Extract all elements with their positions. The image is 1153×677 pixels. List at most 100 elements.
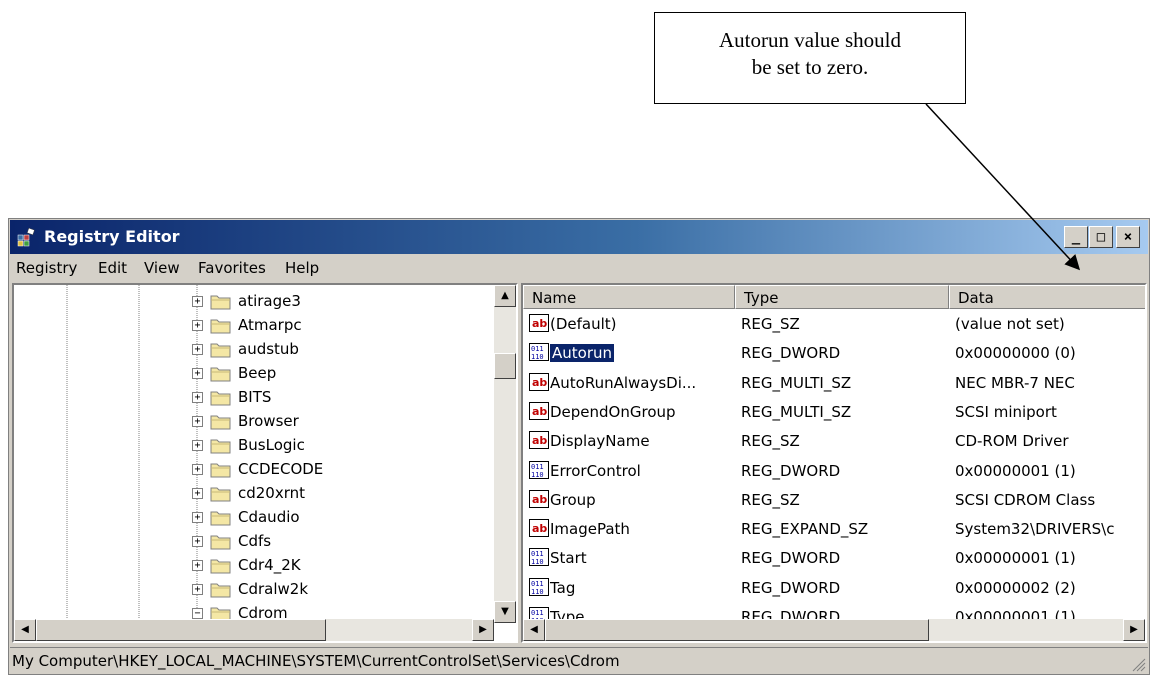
- value-row[interactable]: 011 110 Tag REG_DWORD 0x00000002 (2): [523, 577, 1143, 601]
- expand-icon[interactable]: +: [192, 416, 203, 427]
- value-row[interactable]: ab AutoRunAlwaysDi... REG_MULTI_SZ NEC MBR-…: [523, 372, 1143, 396]
- expand-icon[interactable]: +: [192, 344, 203, 355]
- value-row[interactable]: 011 110 Start REG_DWORD 0x00000001 (1): [523, 547, 1143, 571]
- expand-icon[interactable]: +: [192, 536, 203, 547]
- folder-icon: [210, 559, 231, 574]
- column-header-name[interactable]: Name: [523, 285, 735, 309]
- value-row[interactable]: 011 110 ErrorControl REG_DWORD 0x00000001 (1…: [523, 460, 1143, 484]
- svg-text:011: 011: [531, 463, 544, 471]
- registry-editor-window: Registry Editor _ □ × Registry Edit View…: [8, 218, 1150, 675]
- tree-scroll-right-button[interactable]: ▶: [472, 619, 494, 641]
- value-data: 0x00000001 (1): [955, 549, 1076, 568]
- value-name: AutoRunAlwaysDi...: [550, 373, 697, 392]
- value-type: REG_DWORD: [741, 461, 841, 480]
- folder-icon: [210, 391, 231, 406]
- collapse-icon[interactable]: −: [192, 608, 203, 619]
- tree-item-label: Cdaudio: [238, 508, 300, 526]
- value-row[interactable]: ab DependOnGroup REG_MULTI_SZ SCSI miniport: [523, 401, 1143, 425]
- tree-item-label: cd20xrnt: [238, 484, 306, 502]
- expand-icon[interactable]: +: [192, 440, 203, 451]
- value-type: REG_SZ: [741, 490, 800, 509]
- tree-horizontal-thumb[interactable]: [36, 619, 326, 641]
- menu-help[interactable]: Help: [285, 259, 319, 277]
- tree-item-label: audstub: [238, 340, 299, 358]
- expand-icon[interactable]: +: [192, 296, 203, 307]
- string-value-icon: ab: [529, 431, 549, 450]
- svg-text:110: 110: [531, 588, 544, 596]
- tree-vertical-scrollbar[interactable]: ▲ ▼: [494, 285, 516, 623]
- svg-text:110: 110: [531, 558, 544, 566]
- string-value-icon: ab: [529, 401, 549, 420]
- list-horizontal-scrollbar[interactable]: ◀ ▶: [523, 619, 1145, 641]
- list-scroll-right-button[interactable]: ▶: [1123, 619, 1145, 641]
- menu-favorites[interactable]: Favorites: [198, 259, 266, 277]
- value-row[interactable]: ab ImagePath REG_EXPAND_SZ System32\DRIVERS…: [523, 518, 1143, 542]
- value-data: System32\DRIVERS\c: [955, 520, 1115, 539]
- menu-registry[interactable]: Registry: [16, 259, 77, 277]
- string-value-icon: ab: [529, 519, 549, 538]
- registry-editor-icon: [17, 227, 35, 247]
- value-type: REG_DWORD: [741, 578, 841, 597]
- value-type: REG_EXPAND_SZ: [741, 520, 869, 539]
- value-row[interactable]: ab (Default) REG_SZ (value not set): [523, 313, 1143, 337]
- dword-value-icon: 011110: [529, 548, 549, 567]
- scroll-down-icon: ▼: [501, 606, 509, 617]
- tree-vertical-thumb[interactable]: [494, 353, 516, 379]
- callout-line-2: be set to zero.: [751, 55, 869, 79]
- tree-item-label: BusLogic: [238, 436, 305, 454]
- expand-icon[interactable]: +: [192, 320, 203, 331]
- expand-icon[interactable]: +: [192, 560, 203, 571]
- svg-text:011: 011: [531, 609, 544, 617]
- menu-view[interactable]: View: [144, 259, 180, 277]
- expand-icon[interactable]: +: [192, 584, 203, 595]
- dword-value-icon: 011110: [529, 577, 549, 596]
- value-name: Autorun: [550, 344, 615, 363]
- value-row[interactable]: 011 110 Autorun REG_DWORD 0x00000000 (0): [523, 342, 1143, 366]
- title-bar[interactable]: Registry Editor _ □ ×: [10, 220, 1148, 254]
- svg-text:ab: ab: [532, 434, 547, 447]
- close-button[interactable]: ×: [1116, 226, 1140, 248]
- menu-edit[interactable]: Edit: [98, 259, 127, 277]
- tree-item-label: CCDECODE: [238, 460, 324, 478]
- value-data: NEC MBR-7 NEC: [955, 373, 1075, 392]
- expand-icon[interactable]: +: [192, 464, 203, 475]
- expand-icon[interactable]: +: [192, 512, 203, 523]
- dword-value-icon: 011110: [529, 460, 549, 479]
- folder-icon: [210, 511, 231, 526]
- expand-icon[interactable]: +: [192, 368, 203, 379]
- value-data: SCSI miniport: [955, 402, 1057, 421]
- value-data: 0x00000000 (0): [955, 344, 1076, 363]
- close-icon: ×: [1123, 229, 1133, 245]
- values-list-pane[interactable]: Name Type Data ab (Default) REG_SZ (value n…: [521, 283, 1147, 643]
- svg-text:ab: ab: [532, 376, 547, 389]
- scroll-right-icon: ▶: [479, 624, 487, 635]
- expand-icon[interactable]: +: [192, 392, 203, 403]
- key-tree-pane[interactable]: + atirage3 + Atmarpc + audstub + Beep + BITS + Brow…: [12, 283, 518, 643]
- list-horizontal-thumb[interactable]: [545, 619, 929, 641]
- string-value-icon: ab: [529, 372, 549, 391]
- scroll-left-icon: ◀: [530, 624, 538, 635]
- tree-item-label: Beep: [238, 364, 277, 382]
- menu-bar: Registry Edit View Favorites Help: [10, 255, 1148, 281]
- scroll-up-button[interactable]: ▲: [494, 285, 516, 307]
- expand-icon[interactable]: +: [192, 488, 203, 499]
- maximize-button[interactable]: □: [1089, 226, 1113, 248]
- tree-item-label: BITS: [238, 388, 272, 406]
- value-name: ErrorControl: [550, 461, 641, 480]
- tree-scroll-left-button[interactable]: ◀: [14, 619, 36, 641]
- value-row[interactable]: ab Group REG_SZ SCSI CDROM Class: [523, 489, 1143, 513]
- minimize-button[interactable]: _: [1064, 226, 1088, 248]
- column-header-type[interactable]: Type: [735, 285, 949, 309]
- resize-grip-icon[interactable]: [1130, 656, 1146, 672]
- tree-horizontal-scrollbar[interactable]: ◀ ▶: [14, 619, 494, 641]
- scroll-left-icon: ◀: [21, 624, 29, 635]
- value-type: REG_SZ: [741, 432, 800, 451]
- value-row[interactable]: ab DisplayName REG_SZ CD-ROM Driver: [523, 430, 1143, 454]
- scroll-down-button[interactable]: ▼: [494, 601, 516, 623]
- maximize-icon: □: [1096, 229, 1106, 245]
- value-data: 0x00000002 (2): [955, 578, 1076, 597]
- value-data: 0x00000001 (1): [955, 461, 1076, 480]
- column-header-data[interactable]: Data: [949, 285, 1145, 309]
- status-path: My Computer\HKEY_LOCAL_MACHINE\SYSTEM\Cu…: [12, 652, 620, 670]
- list-scroll-left-button[interactable]: ◀: [523, 619, 545, 641]
